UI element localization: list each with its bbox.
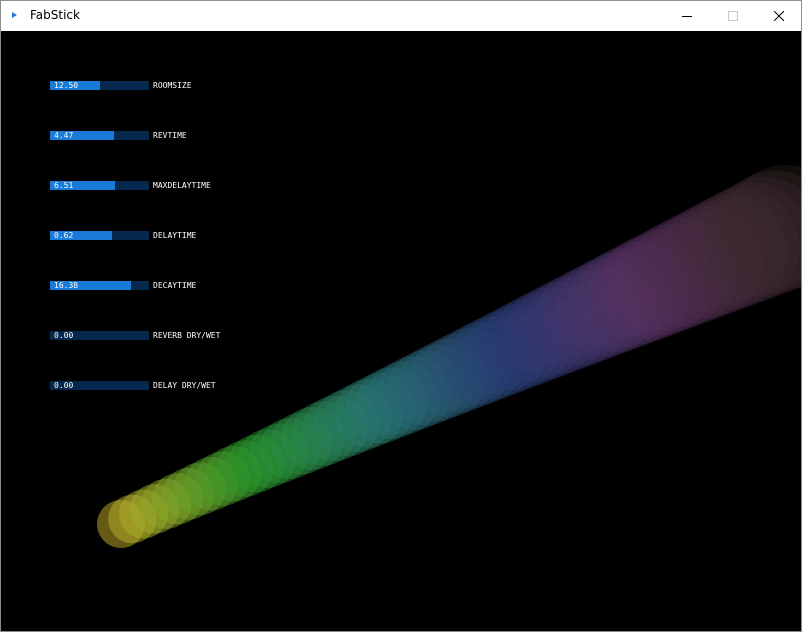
slider-label: DELAY DRY/WET <box>153 381 216 390</box>
slider-value: 4.47 <box>54 131 74 140</box>
slider-roomsize[interactable]: 12.50 ROOMSIZE <box>50 81 290 93</box>
title-bar[interactable]: FabStick <box>1 1 801 31</box>
slider-value: 0.00 <box>54 331 74 340</box>
slider-reverb-dry-wet[interactable]: 0.00 REVERB DRY/WET <box>50 331 290 343</box>
slider-value: 0.62 <box>54 231 74 240</box>
app-icon <box>12 12 17 18</box>
slider-value: 16.38 <box>54 281 79 290</box>
slider-label: ROOMSIZE <box>153 81 192 90</box>
slider-delay-dry-wet[interactable]: 0.00 DELAY DRY/WET <box>50 381 290 393</box>
slider-label: MAXDELAYTIME <box>153 181 211 190</box>
slider-delaytime[interactable]: 0.62 DELAYTIME <box>50 231 290 243</box>
window-title: FabStick <box>30 8 80 22</box>
slider-maxdelaytime[interactable]: 6.51 MAXDELAYTIME <box>50 181 290 193</box>
slider-label: DELAYTIME <box>153 231 197 240</box>
slider-value: 6.51 <box>54 181 74 190</box>
minimize-icon <box>682 16 692 17</box>
close-icon <box>774 11 784 21</box>
visualizer-canvas[interactable]: 12.50 ROOMSIZE 4.47 REVTIME 6.51 MAXDELA… <box>1 31 801 631</box>
app-window: FabStick 12.50 ROOMSIZE 4.47 REVTIME 6.5… <box>0 0 802 632</box>
maximize-icon <box>728 11 738 21</box>
slider-label: REVERB DRY/WET <box>153 331 221 340</box>
minimize-button[interactable] <box>664 1 710 31</box>
slider-value: 0.00 <box>54 381 74 390</box>
slider-revtime[interactable]: 4.47 REVTIME <box>50 131 290 143</box>
slider-label: REVTIME <box>153 131 187 140</box>
maximize-button[interactable] <box>710 1 756 31</box>
close-button[interactable] <box>756 1 801 31</box>
slider-label: DECAYTIME <box>153 281 197 290</box>
slider-decaytime[interactable]: 16.38 DECAYTIME <box>50 281 290 293</box>
slider-value: 12.50 <box>54 81 79 90</box>
